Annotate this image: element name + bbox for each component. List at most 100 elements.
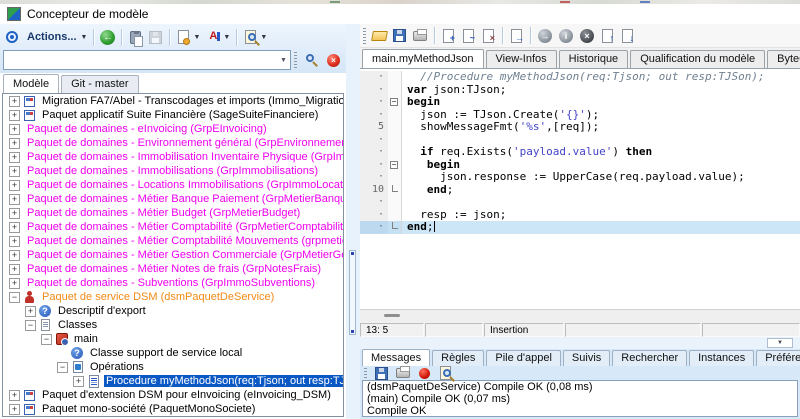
expand-toggle[interactable]: + bbox=[9, 208, 20, 219]
tree-item-paquet-de-domaines-m-tier-notes-de[interactable]: +Paquet de domaines - Métier Notes de fr… bbox=[3, 262, 343, 276]
tree-item-paquet-applicatif-suite-financi-re[interactable]: +Paquet applicatif Suite Financière (Sag… bbox=[3, 108, 343, 122]
tab-view-infos[interactable]: View-Infos bbox=[486, 50, 557, 68]
tree-item-procedure-mymethodjson-req-tjson-o[interactable]: +Procedure myMethodJson(req:Tjson; out r… bbox=[3, 374, 343, 388]
open-button[interactable] bbox=[370, 26, 389, 46]
expand-toggle[interactable]: + bbox=[9, 110, 20, 121]
tab-bytecode[interactable]: ByteCode bbox=[767, 50, 800, 68]
tab-rechercher[interactable]: Rechercher bbox=[612, 350, 687, 366]
tab-historique[interactable]: Historique bbox=[559, 50, 629, 68]
toolbar-grip[interactable] bbox=[363, 28, 366, 44]
search-input[interactable] bbox=[4, 54, 277, 66]
search-clear-button[interactable]: × bbox=[324, 50, 343, 70]
expand-toggle[interactable]: + bbox=[9, 236, 20, 247]
expand-toggle[interactable]: + bbox=[9, 138, 20, 149]
expand-toggle[interactable]: + bbox=[9, 96, 20, 107]
compile-message[interactable]: (main) Compile OK (0,07 ms) bbox=[363, 393, 797, 405]
tree-item-paquet-de-domaines-subventions-grp[interactable]: +Paquet de domaines - Subventions (GrpIm… bbox=[3, 276, 343, 290]
compile-message[interactable]: Compile OK bbox=[363, 405, 797, 417]
code-line-13[interactable]: ·end; bbox=[360, 221, 800, 234]
tree-item-paquet-de-domaines-m-tier-banque-p[interactable]: +Paquet de domaines - Métier Banque Paie… bbox=[3, 192, 343, 206]
tree-item-classes[interactable]: −Classes bbox=[3, 318, 343, 332]
tree-item-main[interactable]: −main bbox=[3, 332, 343, 346]
search-messages-button[interactable] bbox=[436, 366, 455, 380]
tab-main-mymethodjson[interactable]: main.myMethodJson bbox=[362, 49, 484, 69]
step-in-button[interactable] bbox=[618, 26, 637, 46]
tab-instances[interactable]: Instances bbox=[689, 350, 754, 366]
save-code-button[interactable] bbox=[390, 26, 409, 46]
tree-item-paquet-d-extension-dsm-pour-einvoi[interactable]: +Paquet d'extension DSM pour eInvoicing … bbox=[3, 388, 343, 402]
overflow-dropdown[interactable]: ▼ bbox=[767, 338, 793, 348]
search-combobox[interactable]: ▼ bbox=[3, 50, 291, 70]
font-color-button[interactable]: A▼ bbox=[203, 27, 232, 47]
tree-item-paquet-de-domaines-einvoicing-grpe[interactable]: +Paquet de domaines - eInvoicing (GrpEIn… bbox=[3, 122, 343, 136]
close-doc-button[interactable] bbox=[479, 26, 498, 46]
print-button[interactable] bbox=[410, 26, 430, 46]
search-go-button[interactable] bbox=[302, 50, 322, 70]
expand-toggle[interactable]: + bbox=[73, 376, 84, 387]
expand-toggle[interactable]: + bbox=[9, 166, 20, 177]
code-editor[interactable]: · //Procedure myMethodJson(req:Tjson; ou… bbox=[360, 69, 800, 309]
collapse-toggle[interactable]: − bbox=[41, 334, 52, 345]
splitter-handle[interactable] bbox=[349, 250, 356, 335]
paste-button[interactable] bbox=[126, 27, 145, 47]
stop-button[interactable]: × bbox=[577, 26, 597, 46]
expand-toggle[interactable]: + bbox=[9, 278, 20, 289]
tree-item-paquet-de-service-dsm-dsmpaquetdes[interactable]: −Paquet de service DSM (dsmPaquetDeServi… bbox=[3, 290, 343, 304]
collapse-toggle[interactable]: − bbox=[9, 292, 20, 303]
tree-item-op-rations[interactable]: −Opérations bbox=[3, 360, 343, 374]
tab-r-gles[interactable]: Règles bbox=[432, 350, 484, 366]
tree-item-paquet-mono-soci-t-paquetmonosocie[interactable]: +Paquet mono-société (PaquetMonoSociete) bbox=[3, 402, 343, 416]
tab-suivis[interactable]: Suivis bbox=[563, 350, 610, 366]
tab-pile-d-appel[interactable]: Pile d'appel bbox=[486, 350, 561, 366]
step-out-button[interactable] bbox=[598, 26, 617, 46]
code-line-5[interactable]: 5 showMessageFmt('%s',[req]); bbox=[360, 121, 800, 134]
tree-item-paquet-de-domaines-immobilisations[interactable]: +Paquet de domaines - Immobilisations (G… bbox=[3, 164, 343, 178]
tree-item-migration-fa7-abel-transcodages-et[interactable]: +Migration FA7/Abel - Transcodages et im… bbox=[3, 94, 343, 108]
tree-item-paquet-de-domaines-m-tier-comptabi[interactable]: +Paquet de domaines - Métier Comptabilit… bbox=[3, 220, 343, 234]
tab-messages[interactable]: Messages bbox=[362, 349, 430, 366]
collapse-toggle[interactable]: − bbox=[57, 362, 68, 373]
import-doc-button[interactable] bbox=[507, 26, 526, 46]
refresh-doc-button[interactable] bbox=[459, 26, 478, 46]
fold-collapse-icon[interactable]: − bbox=[390, 98, 398, 106]
expand-toggle[interactable]: + bbox=[9, 404, 20, 415]
tab-git-master[interactable]: Git - master bbox=[61, 75, 138, 93]
expand-toggle[interactable]: + bbox=[25, 306, 36, 317]
expand-toggle[interactable]: + bbox=[9, 264, 20, 275]
tab-qualification-du-mod-le[interactable]: Qualification du modèle bbox=[630, 50, 765, 68]
chevron-down-icon[interactable]: ▼ bbox=[277, 57, 290, 64]
record-button[interactable] bbox=[415, 366, 434, 380]
expand-toggle[interactable]: + bbox=[9, 180, 20, 191]
save-button[interactable] bbox=[146, 27, 165, 47]
tree-item-paquet-de-domaines-m-tier-comptabi[interactable]: +Paquet de domaines - Métier Comptabilit… bbox=[3, 234, 343, 248]
find-button[interactable]: ▼ bbox=[241, 27, 269, 47]
toolbar-grip[interactable] bbox=[364, 365, 367, 381]
code-line-10[interactable]: 10 end; bbox=[360, 184, 800, 197]
tree-item-paquet-de-domaines-m-tier-budget-g[interactable]: +Paquet de domaines - Métier Budget (Grp… bbox=[3, 206, 343, 220]
tree-item-classe-support-de-service-local[interactable]: Classe support de service local bbox=[3, 346, 343, 360]
collapse-toggle[interactable]: − bbox=[25, 320, 36, 331]
vertical-splitter[interactable] bbox=[346, 24, 360, 419]
tab-mod-le[interactable]: Modèle bbox=[3, 74, 59, 93]
print-messages-button[interactable] bbox=[393, 366, 413, 380]
tree-item-paquet-de-domaines-locations-immob[interactable]: +Paquet de domaines - Locations Immobili… bbox=[3, 178, 343, 192]
splitter-dash[interactable] bbox=[384, 314, 400, 317]
tree-item-paquet-de-domaines-environnement-g[interactable]: +Paquet de domaines - Environnement géné… bbox=[3, 136, 343, 150]
tab-pr-f-rences[interactable]: Préférences bbox=[756, 350, 800, 366]
expand-toggle[interactable]: + bbox=[9, 194, 20, 205]
tree-item-descriptif-d-export[interactable]: +Descriptif d'export bbox=[3, 304, 343, 318]
expand-toggle[interactable]: + bbox=[9, 250, 20, 261]
export-button[interactable]: ▼ bbox=[174, 27, 202, 47]
expand-toggle[interactable]: + bbox=[9, 152, 20, 163]
tree-item-paquet-de-domaines-immobilisation-[interactable]: +Paquet de domaines - Immobilisation Inv… bbox=[3, 150, 343, 164]
actions-button[interactable]: Actions...▼ bbox=[23, 27, 89, 47]
save-messages-button[interactable] bbox=[372, 366, 391, 380]
expand-toggle[interactable]: + bbox=[9, 222, 20, 233]
expand-toggle[interactable]: + bbox=[9, 390, 20, 401]
compile-message[interactable]: (dsmPaquetDeService) Compile OK (0,08 ms… bbox=[363, 381, 797, 393]
expand-toggle[interactable]: + bbox=[9, 124, 20, 135]
tree-item-item[interactable]: + bbox=[3, 416, 343, 417]
back-button[interactable]: ← bbox=[98, 27, 117, 47]
toolbar-grip[interactable] bbox=[294, 52, 297, 68]
tree-item-paquet-de-domaines-m-tier-gestion-[interactable]: +Paquet de domaines - Métier Gestion Com… bbox=[3, 248, 343, 262]
